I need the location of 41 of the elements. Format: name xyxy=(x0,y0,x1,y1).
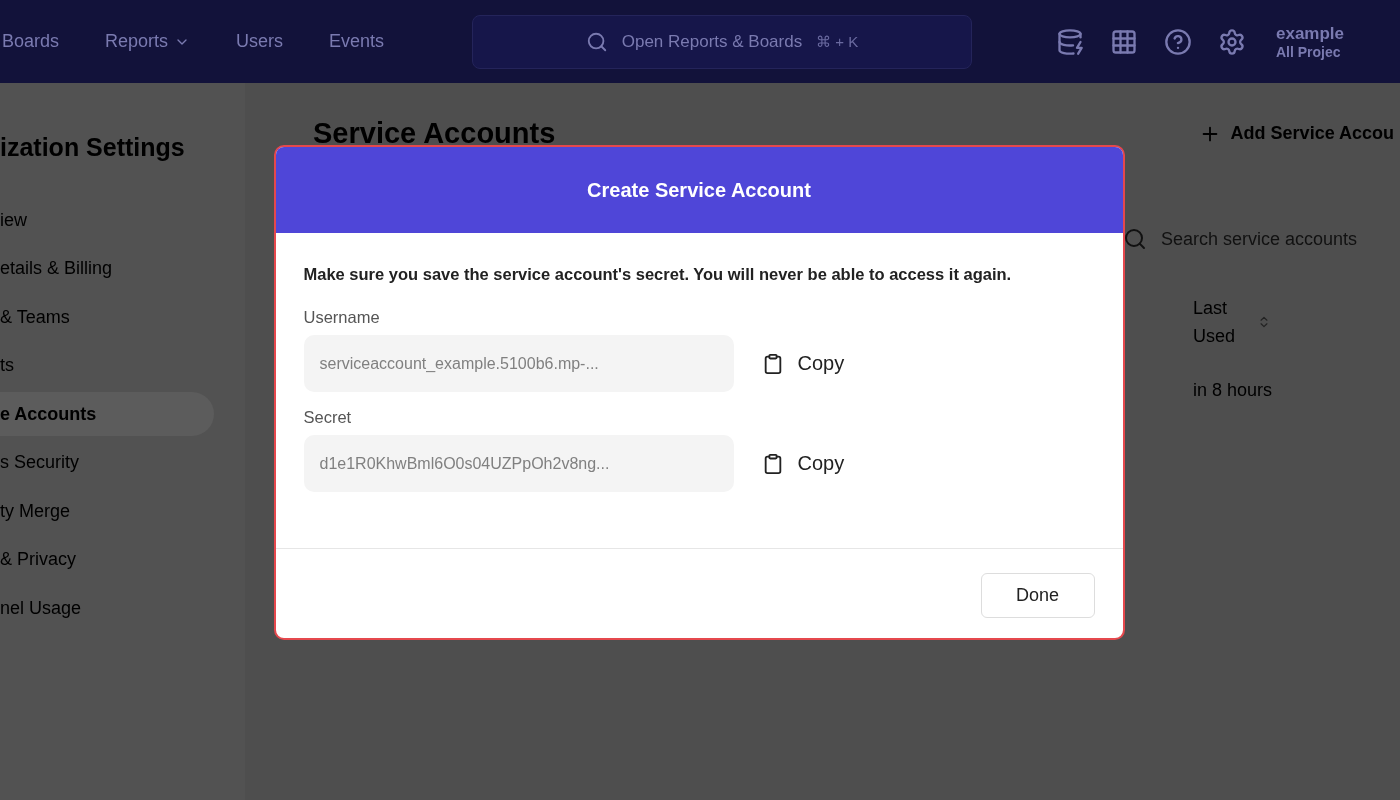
add-account-button[interactable]: Add Service Accou xyxy=(1198,122,1394,145)
shortcut-hint: ⌘ + K xyxy=(816,32,859,51)
field-label: Username xyxy=(303,308,381,327)
sidebar-item[interactable]: e Accounts xyxy=(0,392,214,436)
table-cell-text: in 8 hours xyxy=(1193,380,1274,401)
search-field[interactable]: Open Reports & Boards ⌘ + K xyxy=(472,14,972,69)
nav-item[interactable]: Users xyxy=(236,31,284,52)
sidebar-item[interactable]: ts xyxy=(0,343,214,388)
column-header[interactable]: Last Used xyxy=(1193,294,1243,350)
search-icon xyxy=(585,30,608,53)
field-label: Secret xyxy=(303,408,353,427)
field-value: serviceaccount_example.5100b6.mp-... xyxy=(319,354,599,373)
dialog-title: Create Service Account xyxy=(275,147,1123,233)
sidebar-item[interactable]: ty Merge xyxy=(0,489,214,533)
page-title: Service Accounts xyxy=(313,117,556,150)
search-field[interactable]: Search service accounts xyxy=(1123,214,1400,264)
sidebar-item[interactable]: iew xyxy=(0,198,214,242)
field-value: d1e1R0KhwBml6O0s04UZPpOh2v8ng... xyxy=(319,454,610,473)
search-placeholder: Open Reports & Boards xyxy=(621,31,803,52)
nav-item[interactable]: Events xyxy=(329,31,385,52)
sidebar-item[interactable]: nel Usage xyxy=(0,586,214,630)
done-button[interactable]: Done xyxy=(980,573,1095,618)
search-placeholder: Search service accounts xyxy=(1161,228,1358,250)
sidebar-item[interactable]: etails & Billing xyxy=(0,246,214,291)
settings-icon[interactable] xyxy=(1218,27,1246,56)
copy-button[interactable]: Copy xyxy=(761,452,845,475)
sidebar-item[interactable]: s Security xyxy=(0,440,214,485)
project-name: All Projec xyxy=(1276,43,1342,60)
search-icon xyxy=(1123,227,1147,251)
sidebar-title: ization Settings xyxy=(0,133,186,162)
account-name[interactable]: example xyxy=(1276,23,1345,44)
apps-grid-icon[interactable] xyxy=(1110,27,1138,56)
input-field[interactable]: d1e1R0KhwBml6O0s04UZPpOh2v8ng... xyxy=(303,435,734,492)
warning-message: Make sure you save the service account's secret. You will never be able to access it again. xyxy=(303,265,1013,284)
help-icon[interactable] xyxy=(1164,27,1192,56)
nav-item[interactable]: Boards xyxy=(2,31,60,52)
sidebar-item[interactable]: & Privacy xyxy=(0,537,214,582)
input-field[interactable]: serviceaccount_example.5100b6.mp-... xyxy=(303,335,734,392)
copy-button[interactable]: Copy xyxy=(761,352,845,375)
sidebar-item[interactable]: & Teams xyxy=(0,295,214,339)
nav-item[interactable]: Reports xyxy=(105,31,191,52)
